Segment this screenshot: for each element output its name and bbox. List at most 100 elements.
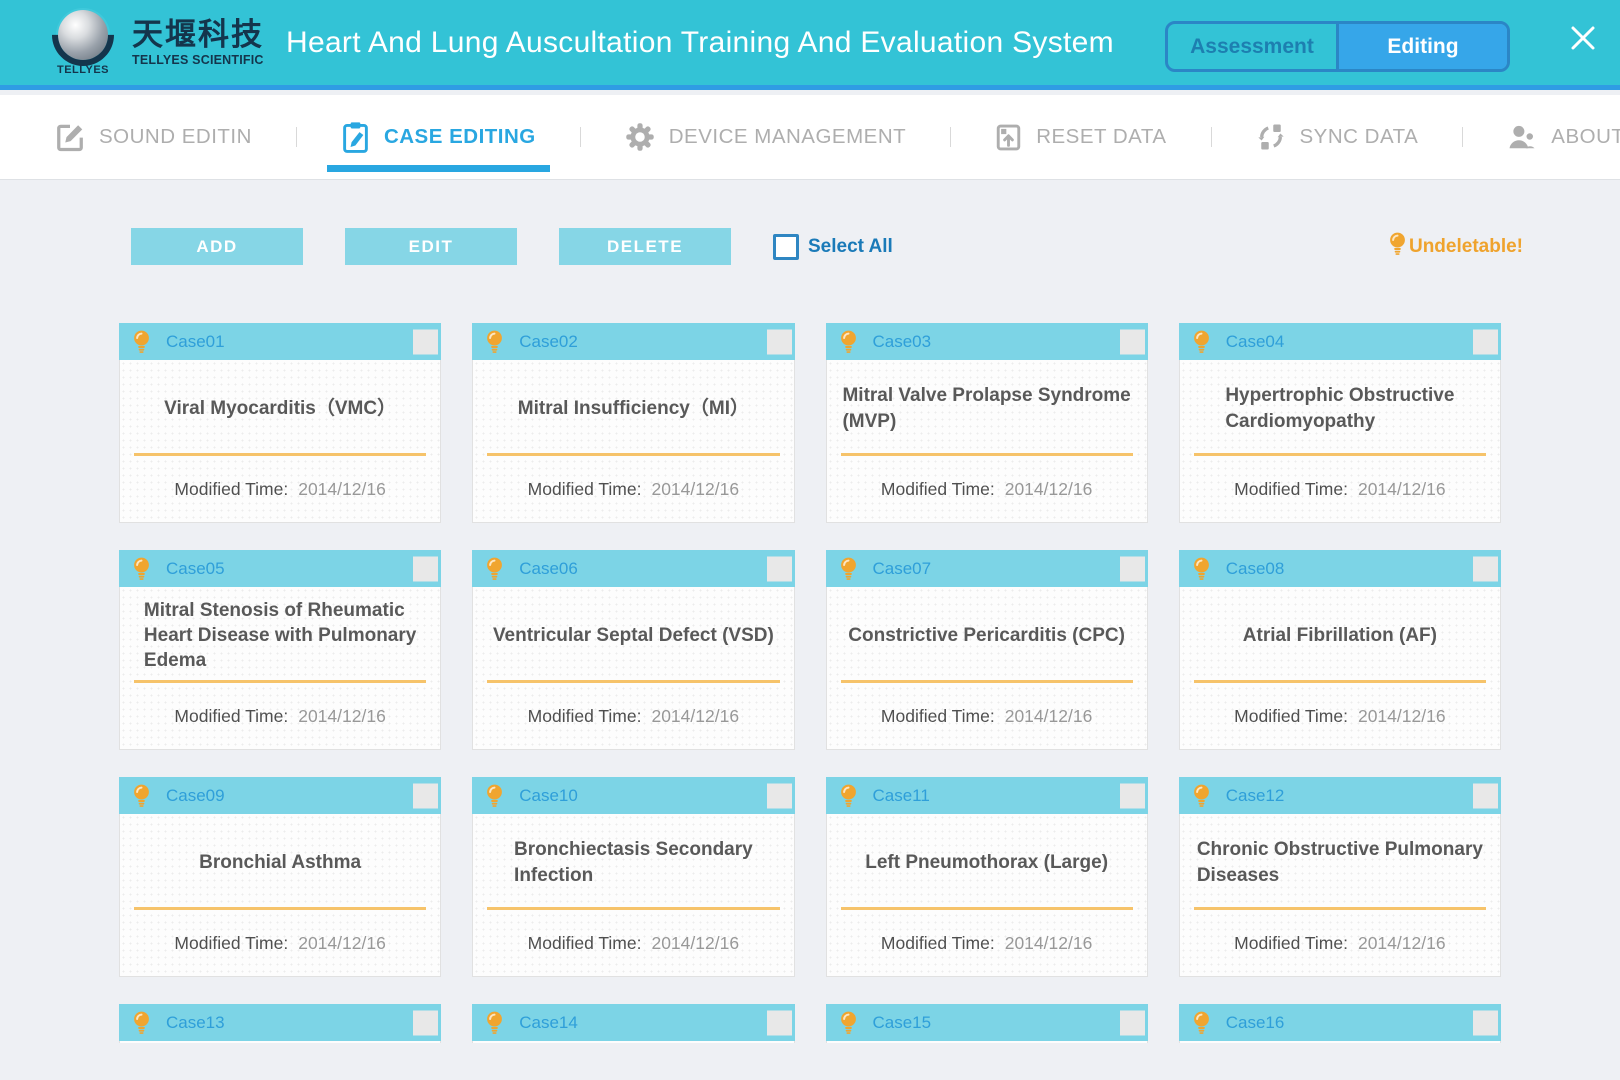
modified-time: Modified Time: 2014/12/16 — [120, 910, 440, 976]
case-card-header: Case02 — [472, 323, 794, 360]
case-card-case13[interactable]: Case13 — [119, 1004, 441, 1043]
case-checkbox[interactable] — [1120, 783, 1145, 808]
case-card-case02[interactable]: Case02 Mitral Insufficiency（MI） Modified… — [472, 323, 794, 523]
modified-time: Modified Time: 2014/12/16 — [473, 910, 793, 976]
case-card-header: Case16 — [1179, 1004, 1501, 1041]
select-all-label: Select All — [808, 236, 893, 258]
globe-icon — [58, 10, 108, 60]
modified-value: 2014/12/16 — [1358, 706, 1446, 727]
case-checkbox[interactable] — [1473, 1010, 1498, 1035]
case-card-case07[interactable]: Case07 Constrictive Pericarditis (CPC) M… — [826, 550, 1148, 750]
case-checkbox[interactable] — [1473, 329, 1498, 354]
nav-separator — [580, 127, 581, 147]
case-checkbox[interactable] — [413, 556, 438, 581]
case-card-case05[interactable]: Case05 Mitral Stenosis of Rheumatic Hear… — [119, 550, 441, 750]
case-card-case11[interactable]: Case11 Left Pneumothorax (Large) Modifie… — [826, 777, 1148, 977]
case-title: Atrial Fibrillation (AF) — [1180, 587, 1500, 680]
case-title: Hypertrophic Obstructive Cardiomyopathy — [1180, 360, 1500, 453]
case-checkbox[interactable] — [1120, 556, 1145, 581]
nav-item-sound-editin[interactable]: SOUND EDITIN — [55, 122, 252, 152]
case-checkbox[interactable] — [413, 329, 438, 354]
case-id: Case08 — [1226, 559, 1285, 579]
bulb-icon — [132, 1010, 151, 1036]
bulb-icon — [485, 556, 504, 582]
modified-value: 2014/12/16 — [1005, 706, 1093, 727]
case-card-case10[interactable]: Case10 Bronchiectasis Secondary Infectio… — [472, 777, 794, 977]
edit-button[interactable]: EDIT — [345, 228, 517, 265]
case-card-case08[interactable]: Case08 Atrial Fibrillation (AF) Modified… — [1179, 550, 1501, 750]
nav-item-device-management[interactable]: DEVICE MANAGEMENT — [625, 122, 906, 152]
nav-item-case-editing[interactable]: CASE EDITING — [341, 121, 536, 154]
case-card-body: Viral Myocarditis（VMC） Modified Time: 20… — [120, 360, 440, 522]
case-checkbox[interactable] — [413, 783, 438, 808]
case-card-body: Atrial Fibrillation (AF) Modified Time: … — [1180, 587, 1500, 749]
case-checkbox[interactable] — [413, 1010, 438, 1035]
add-button[interactable]: ADD — [131, 228, 303, 265]
bulb-icon — [485, 329, 504, 355]
case-title: Mitral Valve Prolapse Syndrome (MVP) — [827, 360, 1147, 453]
case-checkbox[interactable] — [767, 783, 792, 808]
nav-item-sync-data[interactable]: SYNC DATA — [1256, 122, 1419, 152]
modified-time: Modified Time: 2014/12/16 — [473, 683, 793, 749]
modified-value: 2014/12/16 — [298, 479, 386, 500]
app-window: TELLYES 天堰科技 TELLYES SCIENTIFIC Heart An… — [0, 0, 1620, 1080]
case-card-case12[interactable]: Case12 Chronic Obstructive Pulmonary Dis… — [1179, 777, 1501, 977]
case-card-header: Case15 — [826, 1004, 1148, 1041]
modified-label: Modified Time: — [1234, 479, 1348, 500]
editing-tab[interactable]: Editing — [1339, 24, 1507, 69]
case-card-case09[interactable]: Case09 Bronchial Asthma Modified Time: 2… — [119, 777, 441, 977]
select-all-checkbox[interactable] — [773, 234, 799, 260]
nav-item-about[interactable]: ABOUT — [1507, 122, 1620, 152]
close-icon[interactable] — [1568, 23, 1598, 53]
case-id: Case14 — [519, 1013, 578, 1033]
brand-english: TELLYES SCIENTIFIC — [132, 53, 264, 67]
case-checkbox[interactable] — [1120, 329, 1145, 354]
case-card-header: Case03 — [826, 323, 1148, 360]
nav-item-reset-data[interactable]: RESET DATA — [995, 123, 1166, 152]
modified-value: 2014/12/16 — [298, 706, 386, 727]
case-card-case03[interactable]: Case03 Mitral Valve Prolapse Syndrome (M… — [826, 323, 1148, 523]
bulb-icon — [1388, 231, 1407, 263]
case-card-case15[interactable]: Case15 — [826, 1004, 1148, 1043]
case-card-case01[interactable]: Case01 Viral Myocarditis（VMC） Modified T… — [119, 323, 441, 523]
modified-label: Modified Time: — [881, 479, 995, 500]
brand-chinese: 天堰科技 — [132, 18, 264, 52]
modified-time: Modified Time: 2014/12/16 — [120, 683, 440, 749]
modified-value: 2014/12/16 — [651, 933, 739, 954]
bulb-icon — [1192, 556, 1211, 582]
bulb-icon — [839, 783, 858, 809]
modified-time: Modified Time: 2014/12/16 — [1180, 910, 1500, 976]
case-checkbox[interactable] — [1473, 783, 1498, 808]
case-checkbox[interactable] — [1120, 1010, 1145, 1035]
case-checkbox[interactable] — [1473, 556, 1498, 581]
assessment-tab[interactable]: Assessment — [1168, 24, 1339, 69]
delete-button[interactable]: DELETE — [559, 228, 731, 265]
modified-value: 2014/12/16 — [651, 706, 739, 727]
case-card-header: Case09 — [119, 777, 441, 814]
case-card-body: Constrictive Pericarditis (CPC) Modified… — [827, 587, 1147, 749]
case-card-case14[interactable]: Case14 — [472, 1004, 794, 1043]
case-checkbox[interactable] — [767, 329, 792, 354]
case-checkbox[interactable] — [767, 1010, 792, 1035]
case-card-header: Case12 — [1179, 777, 1501, 814]
nav-separator — [950, 127, 951, 147]
topbar: TELLYES 天堰科技 TELLYES SCIENTIFIC Heart An… — [0, 0, 1620, 90]
case-card-case06[interactable]: Case06 Ventricular Septal Defect (VSD) M… — [472, 550, 794, 750]
case-card-case16[interactable]: Case16 — [1179, 1004, 1501, 1043]
case-card-header: Case07 — [826, 550, 1148, 587]
case-title: Constrictive Pericarditis (CPC) — [827, 587, 1147, 680]
case-title: Ventricular Septal Defect (VSD) — [473, 587, 793, 680]
case-card-body: Hypertrophic Obstructive Cardiomyopathy … — [1180, 360, 1500, 522]
case-card-header: Case10 — [472, 777, 794, 814]
bulb-icon — [839, 329, 858, 355]
tellyes-logo: TELLYES — [50, 10, 116, 76]
bulb-icon — [132, 329, 151, 355]
modified-time: Modified Time: 2014/12/16 — [120, 456, 440, 522]
content-area: ADD EDIT DELETE Select All Undeletable! … — [0, 181, 1620, 1080]
select-all-control[interactable]: Select All — [773, 234, 893, 260]
bulb-icon — [1192, 329, 1211, 355]
case-title: Chronic Obstructive Pulmonary Diseases — [1180, 814, 1500, 907]
case-checkbox[interactable] — [767, 556, 792, 581]
case-title: Left Pneumothorax (Large) — [827, 814, 1147, 907]
case-card-case04[interactable]: Case04 Hypertrophic Obstructive Cardiomy… — [1179, 323, 1501, 523]
